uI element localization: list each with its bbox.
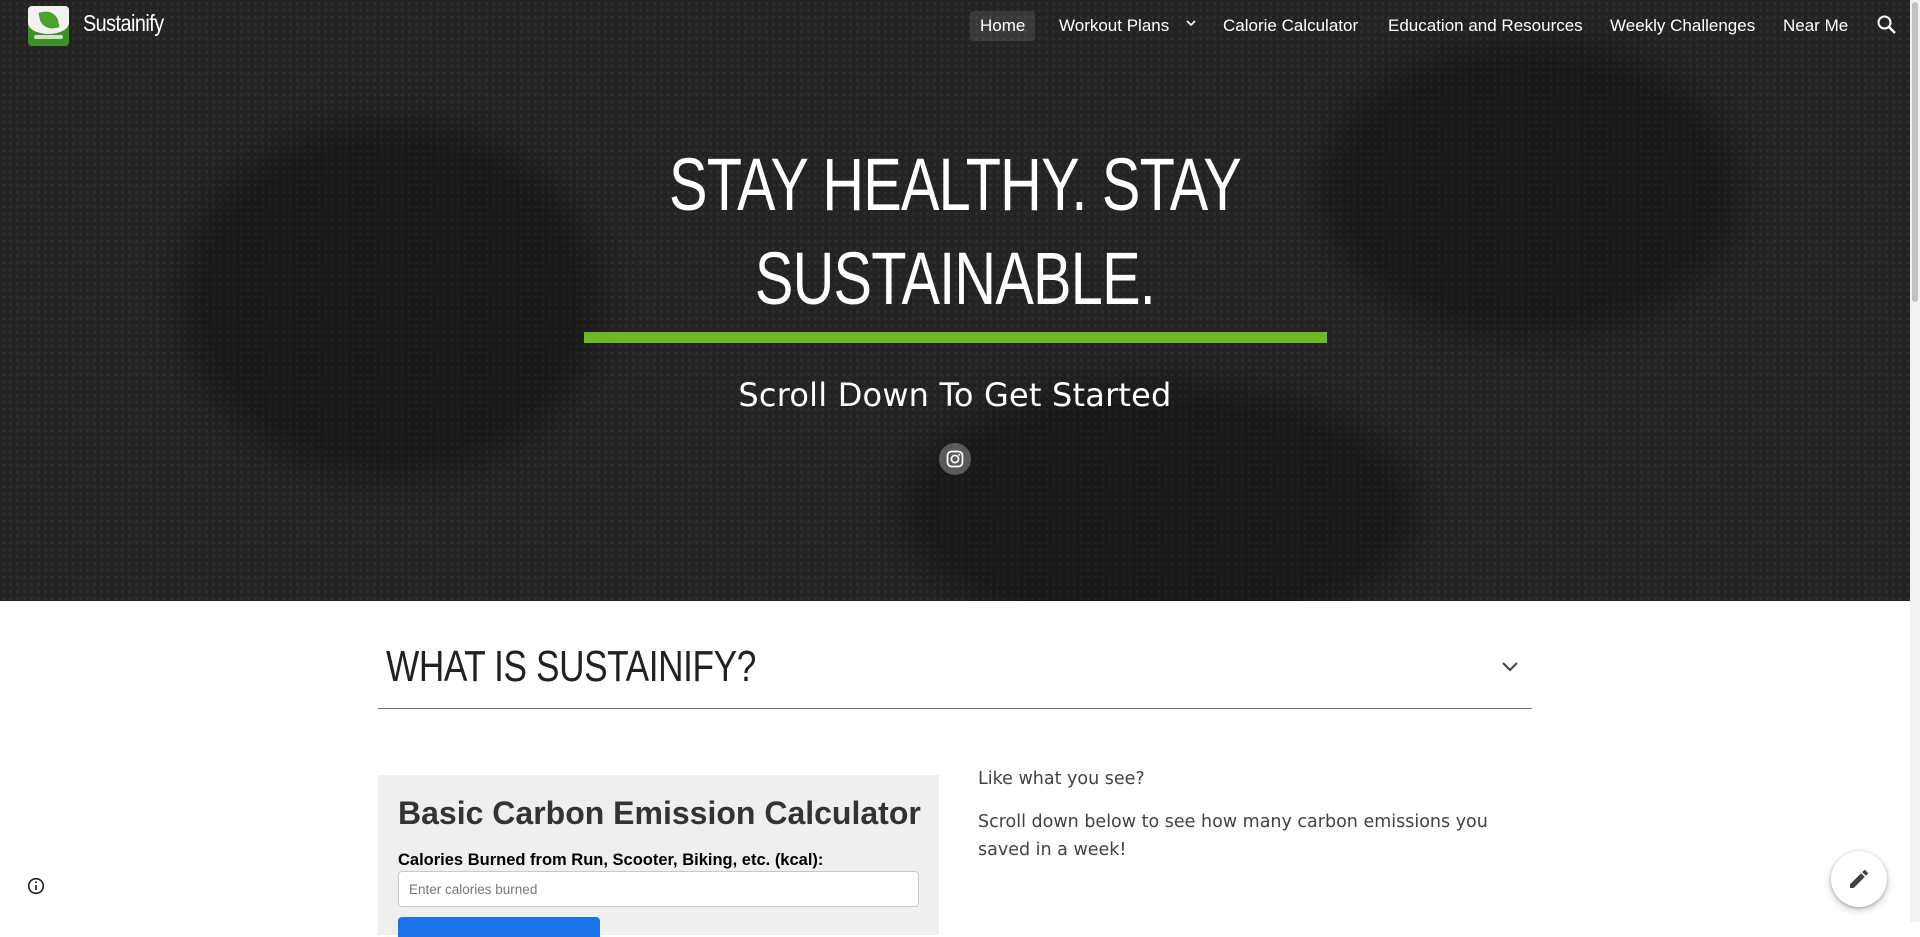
calculate-button[interactable] bbox=[398, 917, 600, 937]
hero-banner: Sustainify Home Workout Plans Calorie Ca… bbox=[0, 0, 1910, 601]
instagram-link[interactable] bbox=[939, 443, 971, 475]
nav-item-workout-plans[interactable]: Workout Plans bbox=[1049, 11, 1179, 41]
nav-item-education-resources[interactable]: Education and Resources bbox=[1378, 11, 1593, 41]
site-logo[interactable] bbox=[28, 6, 69, 46]
search-icon[interactable] bbox=[1876, 14, 1898, 36]
chevron-down-icon[interactable] bbox=[1186, 18, 1196, 28]
pencil-edit-icon bbox=[1850, 870, 1868, 888]
site-title[interactable]: Sustainify bbox=[83, 10, 164, 37]
chevron-down-icon[interactable] bbox=[1498, 654, 1522, 678]
info-icon[interactable] bbox=[27, 877, 45, 895]
hero-subtitle: Scroll Down To Get Started bbox=[738, 376, 1172, 414]
intro-line-1: Like what you see? bbox=[978, 769, 1145, 789]
page-scrollbar[interactable] bbox=[1910, 0, 1920, 922]
edit-button[interactable] bbox=[1831, 851, 1887, 907]
nav-item-calorie-calculator[interactable]: Calorie Calculator bbox=[1213, 11, 1368, 41]
hero-title-line-2: SUSTAINABLE. bbox=[754, 237, 1156, 320]
calories-input[interactable] bbox=[398, 871, 919, 907]
carbon-calculator-widget: Basic Carbon Emission Calculator Calorie… bbox=[378, 775, 939, 937]
hero-accent-divider bbox=[584, 332, 1327, 343]
hero-title-line-1: STAY HEALTHY. STAY bbox=[669, 143, 1242, 226]
what-is-sustainify-section[interactable]: WHAT IS SUSTAINIFY? bbox=[378, 630, 1532, 709]
instagram-icon bbox=[946, 450, 964, 468]
scrollbar-thumb[interactable] bbox=[1912, 2, 1918, 302]
hero-title: STAY HEALTHY. STAY SUSTAINABLE. bbox=[663, 138, 1248, 326]
nav-item-near-me[interactable]: Near Me bbox=[1773, 11, 1858, 41]
intro-line-2: Scroll down below to see how many carbon… bbox=[978, 812, 1488, 860]
calculator-title: Basic Carbon Emission Calculator bbox=[398, 795, 921, 831]
nav-item-weekly-challenges[interactable]: Weekly Challenges bbox=[1600, 11, 1765, 41]
calories-label: Calories Burned from Run, Scooter, Bikin… bbox=[398, 851, 824, 869]
nav-item-home[interactable]: Home bbox=[970, 11, 1036, 41]
section-title: WHAT IS SUSTAINIFY? bbox=[386, 642, 756, 691]
top-navigation-bar: Sustainify Home Workout Plans Calorie Ca… bbox=[0, 0, 1910, 52]
intro-text: Like what you see? Scroll down below to … bbox=[978, 765, 1538, 879]
